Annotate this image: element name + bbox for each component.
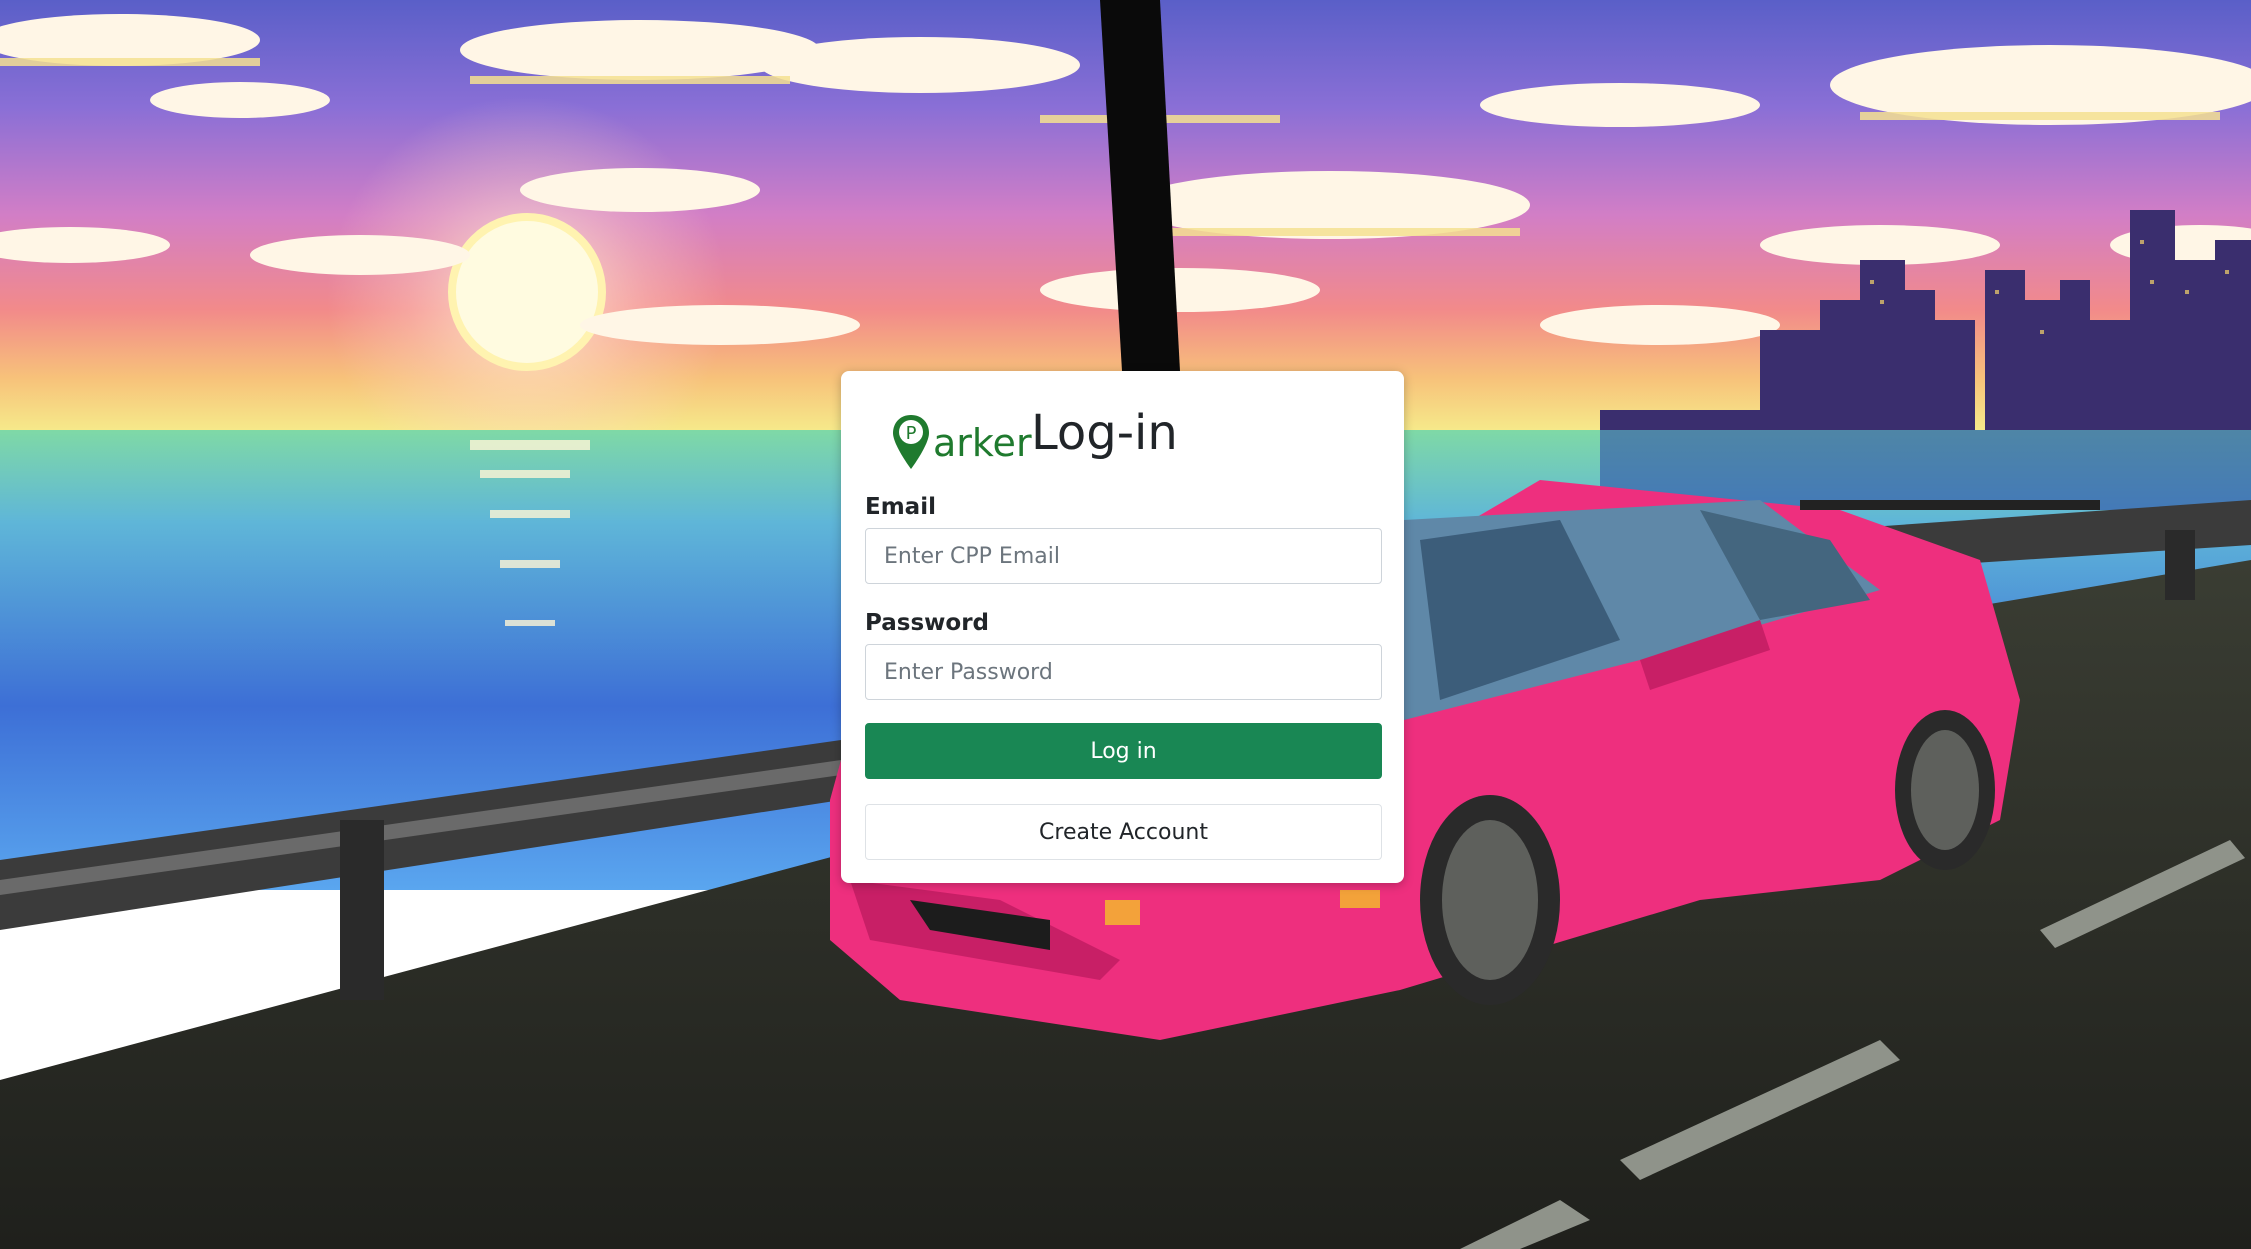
login-card: P arker Log-in Email Password Log in Cre… — [841, 371, 1404, 883]
password-field[interactable] — [865, 644, 1382, 700]
password-label: Password — [865, 610, 989, 636]
page-title: Log-in — [1031, 405, 1178, 461]
map-pin-icon: P — [893, 415, 929, 469]
parker-logo: P arker — [891, 407, 1032, 471]
brand-name: arker — [933, 421, 1032, 465]
email-label: Email — [865, 494, 936, 520]
create-account-button[interactable]: Create Account — [865, 804, 1382, 860]
email-field[interactable] — [865, 528, 1382, 584]
login-button[interactable]: Log in — [865, 723, 1382, 779]
svg-text:P: P — [906, 423, 917, 444]
